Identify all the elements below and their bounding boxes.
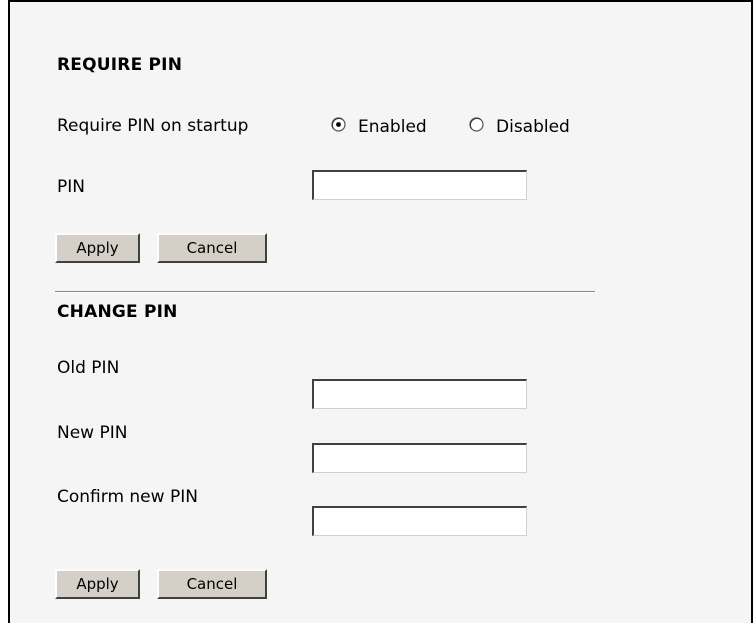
change-pin-heading: CHANGE PIN bbox=[57, 302, 178, 322]
new-pin-input[interactable] bbox=[312, 443, 527, 473]
require-pin-apply-button[interactable]: Apply bbox=[55, 233, 140, 263]
radio-enabled-dot bbox=[336, 122, 341, 127]
change-pin-apply-button[interactable]: Apply bbox=[55, 569, 140, 599]
confirm-pin-label: Confirm new PIN bbox=[57, 487, 198, 507]
new-pin-label: New PIN bbox=[57, 423, 128, 443]
confirm-pin-input[interactable] bbox=[312, 506, 527, 536]
old-pin-input[interactable] bbox=[312, 379, 527, 409]
require-pin-cancel-button[interactable]: Cancel bbox=[157, 233, 267, 263]
pin-settings-panel: REQUIRE PIN Require PIN on startup Enabl… bbox=[8, 0, 753, 623]
section-divider bbox=[55, 291, 595, 293]
change-pin-cancel-button[interactable]: Cancel bbox=[157, 569, 267, 599]
pin-label: PIN bbox=[57, 177, 85, 197]
radio-enabled[interactable] bbox=[331, 117, 346, 132]
require-pin-startup-label: Require PIN on startup bbox=[57, 116, 249, 136]
require-pin-heading: REQUIRE PIN bbox=[57, 55, 183, 75]
radio-disabled-label[interactable]: Disabled bbox=[496, 117, 570, 137]
pin-input[interactable] bbox=[312, 170, 527, 200]
radio-enabled-label[interactable]: Enabled bbox=[358, 117, 427, 137]
radio-disabled[interactable] bbox=[469, 117, 484, 132]
old-pin-label: Old PIN bbox=[57, 358, 120, 378]
